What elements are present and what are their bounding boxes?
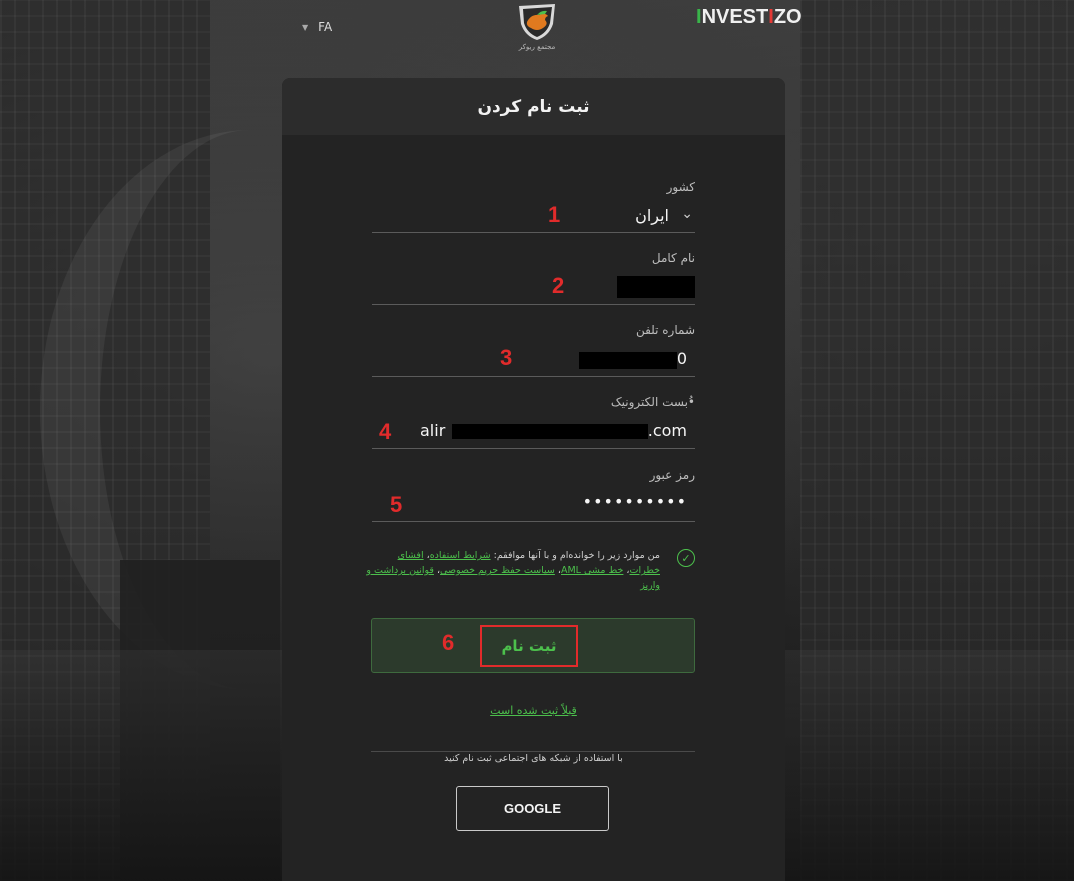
- terms-prefix: من موارد زیر را خوانده‌ام و با آنها مواف…: [493, 550, 660, 561]
- country-label: کشور: [666, 180, 695, 194]
- country-select[interactable]: کشور ایران ⌄: [372, 180, 695, 234]
- card-header: ثبت نام کردن: [282, 78, 785, 135]
- password-field[interactable]: رمز عبور ••••••••••: [372, 468, 695, 522]
- annotation-marker-4: 4: [379, 419, 392, 444]
- submit-highlight-box: ثبت نام: [480, 625, 578, 667]
- phone-field[interactable]: شماره تلفن 09 40: [372, 323, 695, 377]
- full-name-label: نام کامل: [651, 251, 695, 265]
- brand-logo[interactable]: INVESTIZO: [696, 6, 802, 29]
- partner-logo-caption: مجتمع ریوکر: [518, 43, 556, 51]
- page-title: ثبت نام کردن: [477, 96, 590, 117]
- redaction-mask: [579, 352, 677, 369]
- annotation-marker-2: 2: [552, 273, 565, 298]
- caret-down-icon: ▼: [302, 22, 309, 32]
- annotation-marker-6: 6: [442, 630, 455, 655]
- annotation-marker-1: 1: [548, 202, 561, 227]
- brand-text-nvest: NVEST: [701, 6, 769, 28]
- aml-policy-link[interactable]: خط مشی AML: [561, 565, 623, 576]
- terms-of-use-link[interactable]: شرایط استفاده: [430, 550, 491, 561]
- annotation-marker-5: 5: [390, 492, 403, 517]
- checkmark-icon: ✓: [681, 551, 691, 565]
- country-underline: [372, 232, 695, 233]
- signup-card: ثبت نام کردن کشور ایران ⌄ 1 نام کامل ...…: [282, 78, 785, 881]
- language-label: FA: [318, 20, 333, 34]
- social-divider-text: با استفاده از شبکه های اجتماعی ثبت نام ک…: [436, 753, 631, 764]
- full-name-field[interactable]: نام کامل ...: [372, 251, 695, 305]
- submit-button[interactable]: ثبت نام: [371, 618, 695, 673]
- social-divider: با استفاده از شبکه های اجتماعی ثبت نام ک…: [282, 746, 785, 765]
- password-underline: [372, 521, 695, 522]
- phone-label: شماره تلفن: [635, 323, 695, 337]
- password-value: ••••••••••: [582, 492, 687, 511]
- email-label: •ُبست الکترونیک: [610, 395, 695, 409]
- privacy-policy-link[interactable]: سیاست حفظ حریم خصوصی: [440, 565, 555, 576]
- redaction-mask: [452, 424, 648, 439]
- chevron-down-icon: ⌄: [681, 206, 693, 222]
- bull-shield-icon: [519, 4, 555, 40]
- password-label: رمز عبور: [649, 468, 695, 482]
- terms-checkbox[interactable]: ✓: [677, 549, 695, 567]
- google-button-label: GOOGLE: [503, 801, 562, 816]
- partner-logo[interactable]: مجتمع ریوکر: [505, 2, 569, 58]
- email-underline: [372, 448, 695, 449]
- full-name-underline: [372, 304, 695, 305]
- redaction-mask: [617, 276, 695, 298]
- country-value: ایران: [635, 206, 669, 225]
- submit-label: ثبت نام: [501, 637, 557, 655]
- brand-text-zo: ZO: [773, 6, 802, 28]
- google-signup-button[interactable]: GOOGLE: [456, 786, 609, 831]
- email-value-end: .com: [647, 421, 687, 440]
- already-registered-link[interactable]: قبلاً ثبت شده است: [282, 704, 785, 717]
- phone-underline: [372, 376, 695, 377]
- email-value-start: alir: [420, 421, 446, 440]
- language-selector[interactable]: ▼ FA: [302, 20, 332, 34]
- terms-text: من موارد زیر را خوانده‌ام و با آنها مواف…: [366, 550, 660, 591]
- email-field[interactable]: •ُبست الکترونیک alir .com: [372, 395, 695, 449]
- annotation-marker-3: 3: [500, 345, 513, 370]
